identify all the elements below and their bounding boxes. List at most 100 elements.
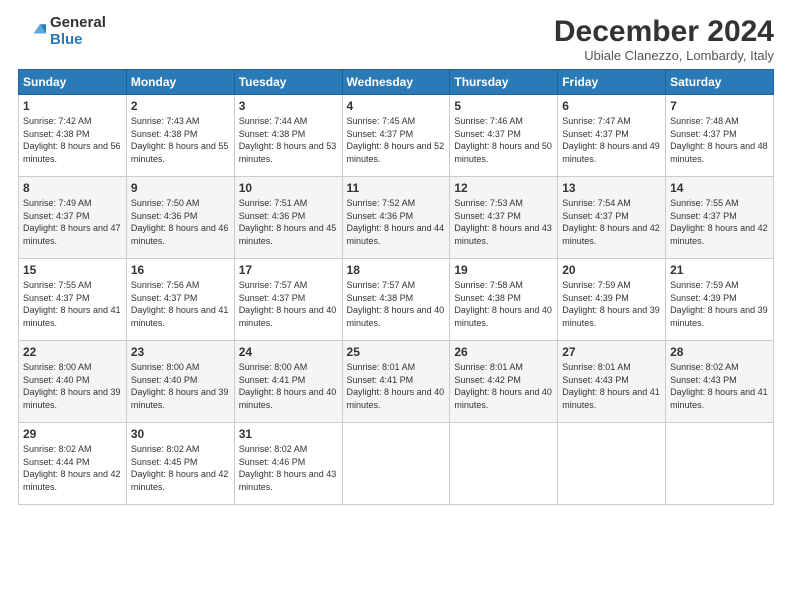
calendar-day-cell: 22 Sunrise: 8:00 AM Sunset: 4:40 PM Dayl…	[19, 341, 127, 423]
calendar-day-cell: 29 Sunrise: 8:02 AM Sunset: 4:44 PM Dayl…	[19, 423, 127, 505]
calendar-day-cell: 11 Sunrise: 7:52 AM Sunset: 4:36 PM Dayl…	[342, 177, 450, 259]
calendar-day-cell: 1 Sunrise: 7:42 AM Sunset: 4:38 PM Dayli…	[19, 95, 127, 177]
calendar-day-cell: 25 Sunrise: 8:01 AM Sunset: 4:41 PM Dayl…	[342, 341, 450, 423]
title-section: December 2024 Ubiale Clanezzo, Lombardy,…	[554, 15, 774, 63]
calendar-day-cell: 31 Sunrise: 8:02 AM Sunset: 4:46 PM Dayl…	[234, 423, 342, 505]
calendar-day-cell: 27 Sunrise: 8:01 AM Sunset: 4:43 PM Dayl…	[558, 341, 666, 423]
calendar-day-cell: 18 Sunrise: 7:57 AM Sunset: 4:38 PM Dayl…	[342, 259, 450, 341]
day-info: Sunrise: 8:02 AM Sunset: 4:45 PM Dayligh…	[131, 443, 230, 493]
calendar-day-cell: 10 Sunrise: 7:51 AM Sunset: 4:36 PM Dayl…	[234, 177, 342, 259]
day-number: 3	[239, 99, 338, 113]
day-info: Sunrise: 7:57 AM Sunset: 4:37 PM Dayligh…	[239, 279, 338, 329]
calendar-day-cell: 9 Sunrise: 7:50 AM Sunset: 4:36 PM Dayli…	[126, 177, 234, 259]
page-header: General Blue December 2024 Ubiale Clanez…	[18, 15, 774, 63]
day-info: Sunrise: 7:45 AM Sunset: 4:37 PM Dayligh…	[347, 115, 446, 165]
day-info: Sunrise: 7:49 AM Sunset: 4:37 PM Dayligh…	[23, 197, 122, 247]
calendar-day-cell: 23 Sunrise: 8:00 AM Sunset: 4:40 PM Dayl…	[126, 341, 234, 423]
day-info: Sunrise: 8:02 AM Sunset: 4:46 PM Dayligh…	[239, 443, 338, 493]
calendar-day-cell: 19 Sunrise: 7:58 AM Sunset: 4:38 PM Dayl…	[450, 259, 558, 341]
calendar-table: Sunday Monday Tuesday Wednesday Thursday…	[18, 69, 774, 505]
day-number: 29	[23, 427, 122, 441]
calendar-day-cell: 26 Sunrise: 8:01 AM Sunset: 4:42 PM Dayl…	[450, 341, 558, 423]
day-info: Sunrise: 8:00 AM Sunset: 4:40 PM Dayligh…	[23, 361, 122, 411]
calendar-day-cell	[558, 423, 666, 505]
day-info: Sunrise: 7:59 AM Sunset: 4:39 PM Dayligh…	[670, 279, 769, 329]
calendar-day-cell: 28 Sunrise: 8:02 AM Sunset: 4:43 PM Dayl…	[666, 341, 774, 423]
day-info: Sunrise: 8:00 AM Sunset: 4:40 PM Dayligh…	[131, 361, 230, 411]
logo-icon	[18, 18, 46, 46]
col-wednesday: Wednesday	[342, 70, 450, 95]
day-number: 30	[131, 427, 230, 441]
day-number: 19	[454, 263, 553, 277]
calendar-day-cell: 12 Sunrise: 7:53 AM Sunset: 4:37 PM Dayl…	[450, 177, 558, 259]
day-number: 31	[239, 427, 338, 441]
calendar-day-cell: 24 Sunrise: 8:00 AM Sunset: 4:41 PM Dayl…	[234, 341, 342, 423]
calendar-day-cell: 20 Sunrise: 7:59 AM Sunset: 4:39 PM Dayl…	[558, 259, 666, 341]
day-info: Sunrise: 8:02 AM Sunset: 4:43 PM Dayligh…	[670, 361, 769, 411]
calendar-day-cell: 6 Sunrise: 7:47 AM Sunset: 4:37 PM Dayli…	[558, 95, 666, 177]
day-info: Sunrise: 7:51 AM Sunset: 4:36 PM Dayligh…	[239, 197, 338, 247]
calendar-day-cell	[666, 423, 774, 505]
calendar-day-cell: 7 Sunrise: 7:48 AM Sunset: 4:37 PM Dayli…	[666, 95, 774, 177]
day-number: 7	[670, 99, 769, 113]
day-info: Sunrise: 7:55 AM Sunset: 4:37 PM Dayligh…	[23, 279, 122, 329]
day-info: Sunrise: 8:01 AM Sunset: 4:41 PM Dayligh…	[347, 361, 446, 411]
day-info: Sunrise: 7:56 AM Sunset: 4:37 PM Dayligh…	[131, 279, 230, 329]
day-info: Sunrise: 7:59 AM Sunset: 4:39 PM Dayligh…	[562, 279, 661, 329]
day-number: 20	[562, 263, 661, 277]
calendar-week-row: 29 Sunrise: 8:02 AM Sunset: 4:44 PM Dayl…	[19, 423, 774, 505]
col-sunday: Sunday	[19, 70, 127, 95]
calendar-week-row: 22 Sunrise: 8:00 AM Sunset: 4:40 PM Dayl…	[19, 341, 774, 423]
col-saturday: Saturday	[666, 70, 774, 95]
day-number: 12	[454, 181, 553, 195]
calendar-day-cell: 2 Sunrise: 7:43 AM Sunset: 4:38 PM Dayli…	[126, 95, 234, 177]
day-number: 26	[454, 345, 553, 359]
calendar-day-cell: 17 Sunrise: 7:57 AM Sunset: 4:37 PM Dayl…	[234, 259, 342, 341]
logo-general: General	[50, 15, 106, 32]
calendar-week-row: 1 Sunrise: 7:42 AM Sunset: 4:38 PM Dayli…	[19, 95, 774, 177]
day-info: Sunrise: 7:53 AM Sunset: 4:37 PM Dayligh…	[454, 197, 553, 247]
day-number: 18	[347, 263, 446, 277]
day-number: 9	[131, 181, 230, 195]
day-number: 21	[670, 263, 769, 277]
day-number: 6	[562, 99, 661, 113]
day-info: Sunrise: 8:00 AM Sunset: 4:41 PM Dayligh…	[239, 361, 338, 411]
col-monday: Monday	[126, 70, 234, 95]
day-info: Sunrise: 7:54 AM Sunset: 4:37 PM Dayligh…	[562, 197, 661, 247]
calendar-day-cell	[450, 423, 558, 505]
calendar-day-cell: 4 Sunrise: 7:45 AM Sunset: 4:37 PM Dayli…	[342, 95, 450, 177]
day-info: Sunrise: 8:02 AM Sunset: 4:44 PM Dayligh…	[23, 443, 122, 493]
day-number: 15	[23, 263, 122, 277]
day-number: 22	[23, 345, 122, 359]
calendar-page: General Blue December 2024 Ubiale Clanez…	[0, 0, 792, 612]
day-info: Sunrise: 7:42 AM Sunset: 4:38 PM Dayligh…	[23, 115, 122, 165]
day-number: 4	[347, 99, 446, 113]
day-number: 8	[23, 181, 122, 195]
day-number: 11	[347, 181, 446, 195]
calendar-day-cell: 16 Sunrise: 7:56 AM Sunset: 4:37 PM Dayl…	[126, 259, 234, 341]
day-info: Sunrise: 7:57 AM Sunset: 4:38 PM Dayligh…	[347, 279, 446, 329]
day-info: Sunrise: 7:52 AM Sunset: 4:36 PM Dayligh…	[347, 197, 446, 247]
calendar-week-row: 15 Sunrise: 7:55 AM Sunset: 4:37 PM Dayl…	[19, 259, 774, 341]
day-info: Sunrise: 7:43 AM Sunset: 4:38 PM Dayligh…	[131, 115, 230, 165]
calendar-day-cell: 14 Sunrise: 7:55 AM Sunset: 4:37 PM Dayl…	[666, 177, 774, 259]
col-tuesday: Tuesday	[234, 70, 342, 95]
day-number: 5	[454, 99, 553, 113]
col-thursday: Thursday	[450, 70, 558, 95]
day-info: Sunrise: 7:55 AM Sunset: 4:37 PM Dayligh…	[670, 197, 769, 247]
calendar-day-cell: 3 Sunrise: 7:44 AM Sunset: 4:38 PM Dayli…	[234, 95, 342, 177]
day-info: Sunrise: 8:01 AM Sunset: 4:42 PM Dayligh…	[454, 361, 553, 411]
location: Ubiale Clanezzo, Lombardy, Italy	[554, 48, 774, 63]
day-info: Sunrise: 7:48 AM Sunset: 4:37 PM Dayligh…	[670, 115, 769, 165]
calendar-header-row: Sunday Monday Tuesday Wednesday Thursday…	[19, 70, 774, 95]
calendar-day-cell: 8 Sunrise: 7:49 AM Sunset: 4:37 PM Dayli…	[19, 177, 127, 259]
day-number: 17	[239, 263, 338, 277]
day-info: Sunrise: 7:46 AM Sunset: 4:37 PM Dayligh…	[454, 115, 553, 165]
calendar-day-cell: 21 Sunrise: 7:59 AM Sunset: 4:39 PM Dayl…	[666, 259, 774, 341]
logo: General Blue	[18, 15, 106, 48]
day-number: 2	[131, 99, 230, 113]
calendar-day-cell: 5 Sunrise: 7:46 AM Sunset: 4:37 PM Dayli…	[450, 95, 558, 177]
day-info: Sunrise: 7:44 AM Sunset: 4:38 PM Dayligh…	[239, 115, 338, 165]
day-number: 25	[347, 345, 446, 359]
calendar-day-cell: 15 Sunrise: 7:55 AM Sunset: 4:37 PM Dayl…	[19, 259, 127, 341]
